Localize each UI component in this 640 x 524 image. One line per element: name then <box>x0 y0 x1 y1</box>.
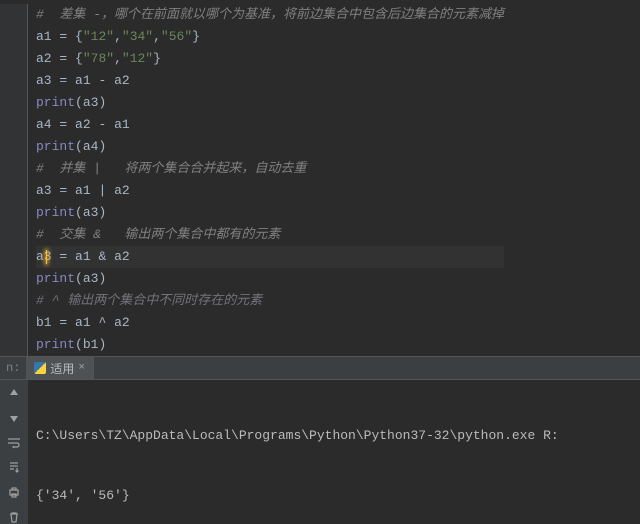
code-line: a3 = a1 | a2 <box>36 180 504 202</box>
code-line: b1 = a1 ^ a2 <box>36 312 504 334</box>
python-file-icon <box>34 362 46 374</box>
arrow-down-icon[interactable] <box>6 411 22 426</box>
run-tab-label: 适用 <box>50 360 74 377</box>
code-editor: # 差集 -，哪个在前面就以哪个为基准，将前边集合中包含后边集合的元素减掉a1 … <box>0 0 640 356</box>
terminal-output[interactable]: C:\Users\TZ\AppData\Local\Programs\Pytho… <box>28 380 640 524</box>
code-line: a3 = a1 - a2 <box>36 70 504 92</box>
code-line: # 差集 -，哪个在前面就以哪个为基准，将前边集合中包含后边集合的元素减掉 <box>36 4 504 26</box>
run-tab[interactable]: 适用 × <box>26 357 94 379</box>
run-tool-tabbar: n: 适用 × <box>0 356 640 380</box>
scroll-end-icon[interactable] <box>6 460 22 475</box>
code-line: a2 = {"78","12"} <box>36 48 504 70</box>
arrow-up-icon[interactable] <box>6 386 22 401</box>
code-line: print(a3) <box>36 202 504 224</box>
print-icon[interactable] <box>6 485 22 500</box>
soft-wrap-icon[interactable] <box>6 435 22 450</box>
code-line: # 交集 & 输出两个集合中都有的元素 <box>36 224 504 246</box>
code-line: a4 = a2 - a1 <box>36 114 504 136</box>
code-line: # ^ 输出两个集合中不同时存在的元素 <box>36 290 504 312</box>
code-line: print(b1) <box>36 334 504 356</box>
terminal-pane: C:\Users\TZ\AppData\Local\Programs\Pytho… <box>0 380 640 524</box>
code-body[interactable]: # 差集 -，哪个在前面就以哪个为基准，将前边集合中包含后边集合的元素减掉a1 … <box>28 4 504 356</box>
trash-icon[interactable] <box>6 509 22 524</box>
code-line: print(a3) <box>36 92 504 114</box>
code-line: print(a4) <box>36 136 504 158</box>
code-line: a1 = {"12","34","56"} <box>36 26 504 48</box>
editor-gutter <box>0 4 28 356</box>
code-line: print(a3) <box>36 268 504 290</box>
close-icon[interactable]: × <box>78 362 85 374</box>
terminal-line: C:\Users\TZ\AppData\Local\Programs\Pytho… <box>36 426 632 446</box>
panel-prefix: n: <box>0 361 26 375</box>
code-line: a3 = a1 & a2 <box>36 246 504 268</box>
code-line: # 并集 | 将两个集合合并起来，自动去重 <box>36 158 504 180</box>
terminal-gutter <box>0 380 28 524</box>
terminal-line: {'34', '56'} <box>36 486 632 506</box>
